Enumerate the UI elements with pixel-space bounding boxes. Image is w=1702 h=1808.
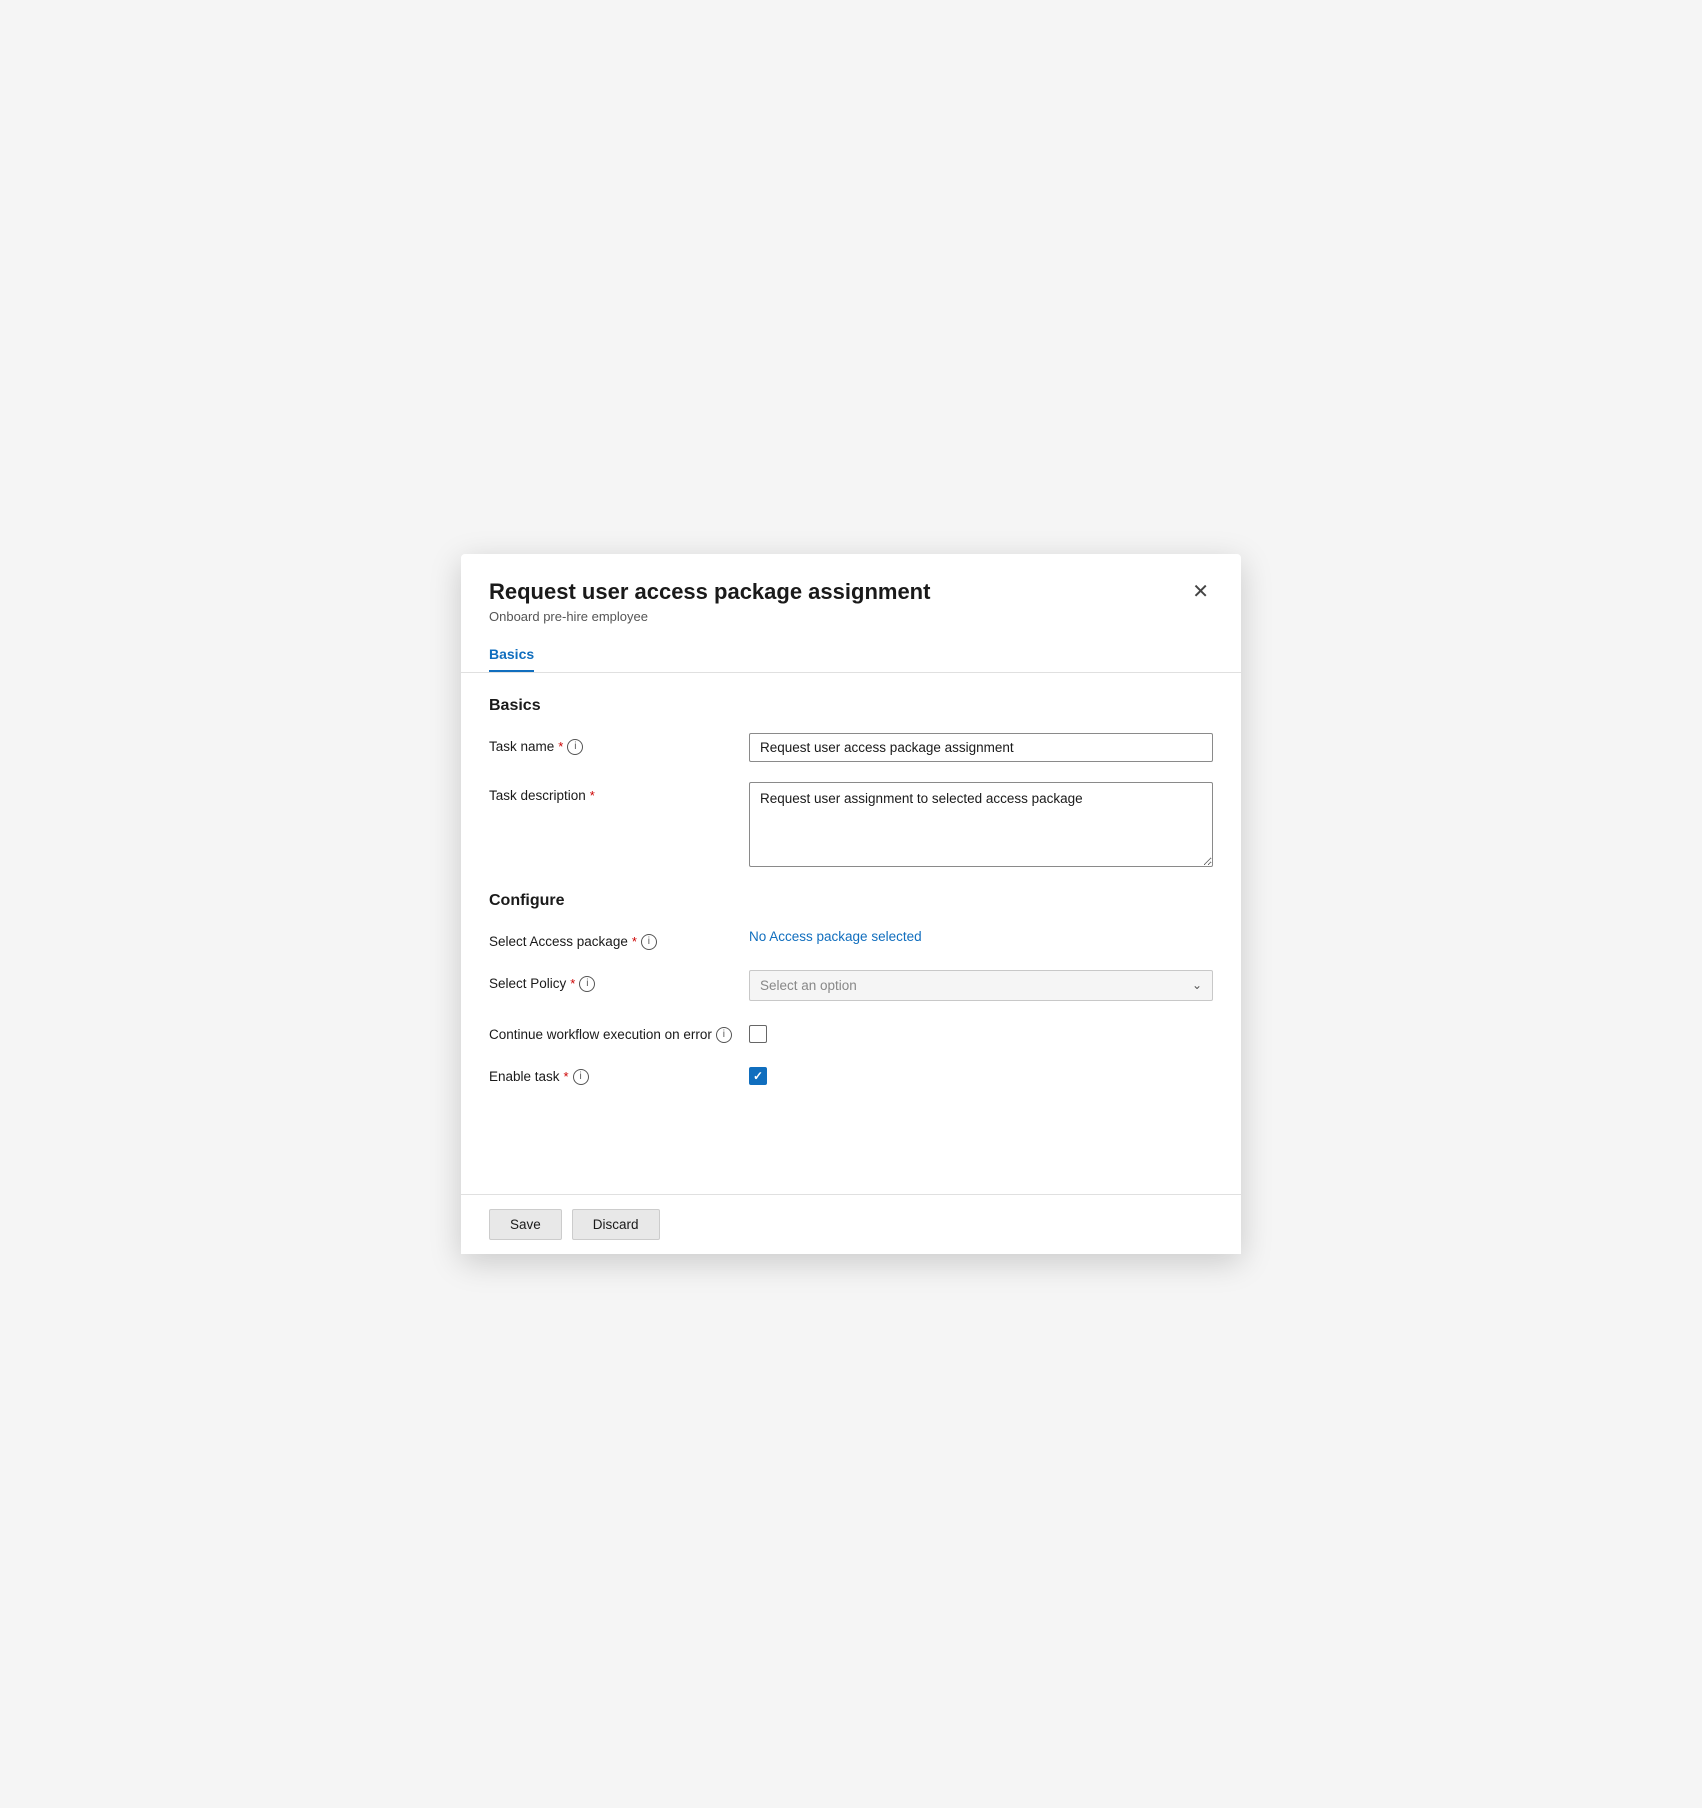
task-description-input[interactable]: Request user assignment to selected acce…: [749, 782, 1213, 867]
enable-task-info-icon[interactable]: i: [573, 1069, 589, 1085]
no-access-package-link[interactable]: No Access package selected: [749, 929, 922, 944]
continue-workflow-label: Continue workflow execution on error i: [489, 1021, 749, 1043]
policy-info-icon[interactable]: i: [579, 976, 595, 992]
enable-task-label: Enable task * i: [489, 1063, 749, 1085]
task-name-input[interactable]: [749, 733, 1213, 762]
modal-footer: Save Discard: [461, 1194, 1241, 1254]
enable-task-checkbox-wrapper: ✓: [749, 1063, 1213, 1085]
enable-task-required: *: [564, 1069, 569, 1084]
checkmark-icon: ✓: [753, 1070, 763, 1082]
enable-task-control: ✓: [749, 1063, 1213, 1085]
configure-section: Configure Select Access package * i No A…: [489, 892, 1213, 1085]
modal-header: Request user access package assignment O…: [461, 554, 1241, 636]
task-description-control: Request user assignment to selected acce…: [749, 782, 1213, 872]
policy-control: Select an option ⌄: [749, 970, 1213, 1001]
modal-subtitle: Onboard pre-hire employee: [489, 609, 930, 624]
configure-section-title: Configure: [489, 892, 1213, 910]
modal-title: Request user access package assignment: [489, 578, 930, 607]
close-button[interactable]: ✕: [1188, 580, 1213, 604]
policy-select-dropdown[interactable]: Select an option ⌄: [749, 970, 1213, 1001]
access-package-control: No Access package selected: [749, 928, 1213, 946]
enable-task-row: Enable task * i ✓: [489, 1063, 1213, 1085]
modal-title-group: Request user access package assignment O…: [489, 578, 930, 624]
enable-task-checkbox[interactable]: ✓: [749, 1067, 767, 1085]
task-name-info-icon[interactable]: i: [567, 739, 583, 755]
policy-required: *: [570, 976, 575, 991]
continue-workflow-checkbox[interactable]: [749, 1025, 767, 1043]
modal-container: Request user access package assignment O…: [461, 554, 1241, 1254]
chevron-down-icon: ⌄: [1192, 978, 1202, 992]
select-policy-row: Select Policy * i Select an option ⌄: [489, 970, 1213, 1001]
tabs-bar: Basics: [461, 636, 1241, 673]
policy-placeholder: Select an option: [760, 978, 857, 993]
select-access-package-row: Select Access package * i No Access pack…: [489, 928, 1213, 950]
task-description-required: *: [590, 788, 595, 803]
save-button[interactable]: Save: [489, 1209, 562, 1240]
basics-section-title: Basics: [489, 697, 1213, 715]
task-description-label: Task description *: [489, 782, 749, 803]
modal-body: Basics Task name * i Task description *: [461, 673, 1241, 1194]
continue-workflow-row: Continue workflow execution on error i: [489, 1021, 1213, 1043]
access-package-info-icon[interactable]: i: [641, 934, 657, 950]
continue-workflow-info-icon[interactable]: i: [716, 1027, 732, 1043]
close-icon: ✕: [1192, 581, 1209, 603]
continue-workflow-control: [749, 1021, 1213, 1043]
task-name-required: *: [558, 739, 563, 754]
select-policy-label: Select Policy * i: [489, 970, 749, 992]
task-name-control: [749, 733, 1213, 762]
tab-basics[interactable]: Basics: [489, 636, 534, 672]
basics-section: Basics Task name * i Task description *: [489, 697, 1213, 872]
discard-button[interactable]: Discard: [572, 1209, 660, 1240]
continue-workflow-checkbox-wrapper: [749, 1021, 1213, 1043]
task-description-row: Task description * Request user assignme…: [489, 782, 1213, 872]
task-name-label: Task name * i: [489, 733, 749, 755]
select-access-package-label: Select Access package * i: [489, 928, 749, 950]
task-name-row: Task name * i: [489, 733, 1213, 762]
access-package-required: *: [632, 934, 637, 949]
